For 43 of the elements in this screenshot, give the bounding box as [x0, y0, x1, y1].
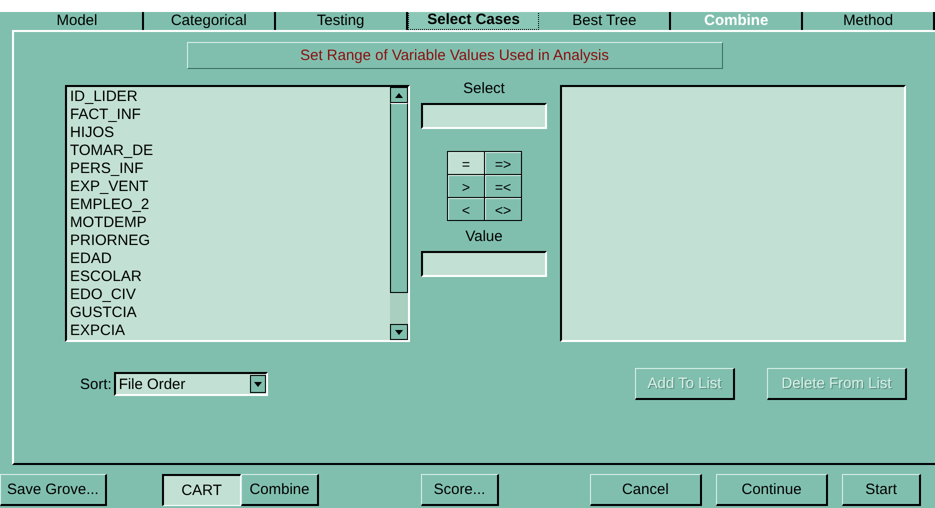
operator-button[interactable]: =>	[484, 152, 520, 174]
sort-dropdown[interactable]: File Order	[114, 372, 268, 396]
variable-list[interactable]: ID_LIDER FACT_INF HIJOS TOMAR_DE PERS_INF EXP_VENT EMPLEO_2 MOTDEMP PRIORNEG EDAD ESCOLAR EDO_CIV GUSTCIA EXPCIA	[65, 85, 410, 342]
list-item[interactable]: ESCOLAR	[70, 268, 387, 286]
list-item[interactable]: EXPCIA	[70, 322, 387, 340]
scroll-down-button[interactable]	[390, 324, 408, 340]
operator-button[interactable]: <	[448, 198, 484, 220]
scroll-up-button[interactable]	[390, 87, 408, 103]
section-heading: Set Range of Variable Values Used in Analysis	[186, 42, 722, 69]
list-item[interactable]: EXP_VENT	[70, 178, 387, 196]
select-field[interactable]	[421, 103, 547, 129]
down-arrow-icon	[395, 330, 403, 334]
list-item[interactable]: EMPLEO_2	[70, 196, 387, 214]
list-item[interactable]: GUSTCIA	[70, 304, 387, 322]
list-item[interactable]: TOMAR_DE	[70, 142, 387, 160]
action-button[interactable]: Continue	[716, 474, 828, 506]
tab[interactable]: Select Cases	[408, 12, 540, 30]
sort-label: Sort:	[80, 376, 112, 392]
list-item[interactable]: PRIORNEG	[70, 232, 387, 250]
scrollbar-thumb[interactable]	[390, 103, 408, 293]
score-button[interactable]: Score...	[420, 474, 500, 506]
list-item[interactable]: MOTDEMP	[70, 214, 387, 232]
operator-button[interactable]: =<	[484, 175, 520, 197]
up-arrow-icon	[395, 92, 403, 98]
field-label: Value	[465, 227, 503, 247]
operator-button[interactable]: >	[448, 175, 484, 197]
operator-button[interactable]: =	[448, 152, 484, 174]
down-arrow-icon	[254, 382, 262, 386]
dropdown-button[interactable]	[250, 375, 266, 393]
save-grove-button[interactable]: Save Grove...	[0, 474, 107, 506]
list-item[interactable]: ID_LIDER	[70, 88, 387, 106]
mode-button[interactable]: Combine	[240, 474, 320, 506]
list-item[interactable]: HIJOS	[70, 124, 387, 142]
action-button[interactable]: Cancel	[590, 474, 702, 506]
mode-button[interactable]: CART	[162, 474, 241, 506]
operator-button[interactable]: <>	[484, 198, 520, 220]
list-item[interactable]: EDO_CIV	[70, 286, 387, 304]
action-button[interactable]: Start	[842, 474, 921, 506]
field-label: Select	[463, 79, 505, 99]
list-item[interactable]: PERS_INF	[70, 160, 387, 178]
list-item[interactable]: EDAD	[70, 250, 387, 268]
list-item[interactable]: FACT_INF	[70, 106, 387, 124]
value-field[interactable]	[421, 251, 547, 277]
